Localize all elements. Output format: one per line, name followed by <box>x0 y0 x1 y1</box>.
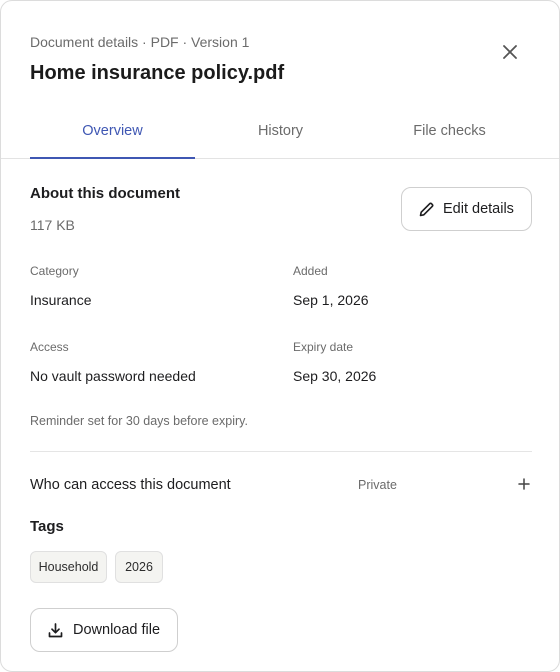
close-icon <box>503 45 517 59</box>
tab-overview[interactable]: Overview <box>30 111 195 159</box>
document-details-panel: Document details · PDF · Version 1 Home … <box>0 0 560 672</box>
tags-heading: Tags <box>30 518 64 535</box>
section-divider <box>30 451 532 452</box>
download-file-label: Download file <box>73 622 161 638</box>
tag-household[interactable]: Household <box>30 551 107 583</box>
expiry-label: Expiry date <box>293 340 354 354</box>
pencil-icon <box>419 202 434 216</box>
edit-details-label: Edit details <box>443 201 514 217</box>
category-value: Insurance <box>30 292 92 308</box>
added-label: Added <box>293 264 328 278</box>
access-section-toggle[interactable]: Who can access this document Private <box>30 471 532 497</box>
tag-2026[interactable]: 2026 <box>115 551 163 583</box>
expiry-reminder-note: Reminder set for 30 days before expiry. <box>30 414 248 428</box>
about-heading: About this document <box>30 185 180 202</box>
category-label: Category <box>30 264 79 278</box>
access-state-badge: Private <box>358 478 397 492</box>
document-title: Home insurance policy.pdf <box>30 62 285 84</box>
close-button[interactable] <box>497 39 523 65</box>
tab-bar: Overview History File checks <box>1 111 559 159</box>
file-size: 117 KB <box>30 217 75 233</box>
tab-history[interactable]: History <box>198 111 363 158</box>
edit-details-button[interactable]: Edit details <box>401 187 532 231</box>
download-file-button[interactable]: Download file <box>30 608 178 652</box>
document-meta-subtitle: Document details · PDF · Version 1 <box>30 34 250 50</box>
access-label: Access <box>30 340 69 354</box>
added-value: Sep 1, 2026 <box>293 292 369 308</box>
plus-icon <box>518 478 530 490</box>
expiry-value: Sep 30, 2026 <box>293 368 377 384</box>
download-icon <box>48 622 63 637</box>
access-value: No vault password needed <box>30 368 196 384</box>
access-section-label: Who can access this document <box>30 477 231 493</box>
tab-file-checks[interactable]: File checks <box>367 111 532 158</box>
